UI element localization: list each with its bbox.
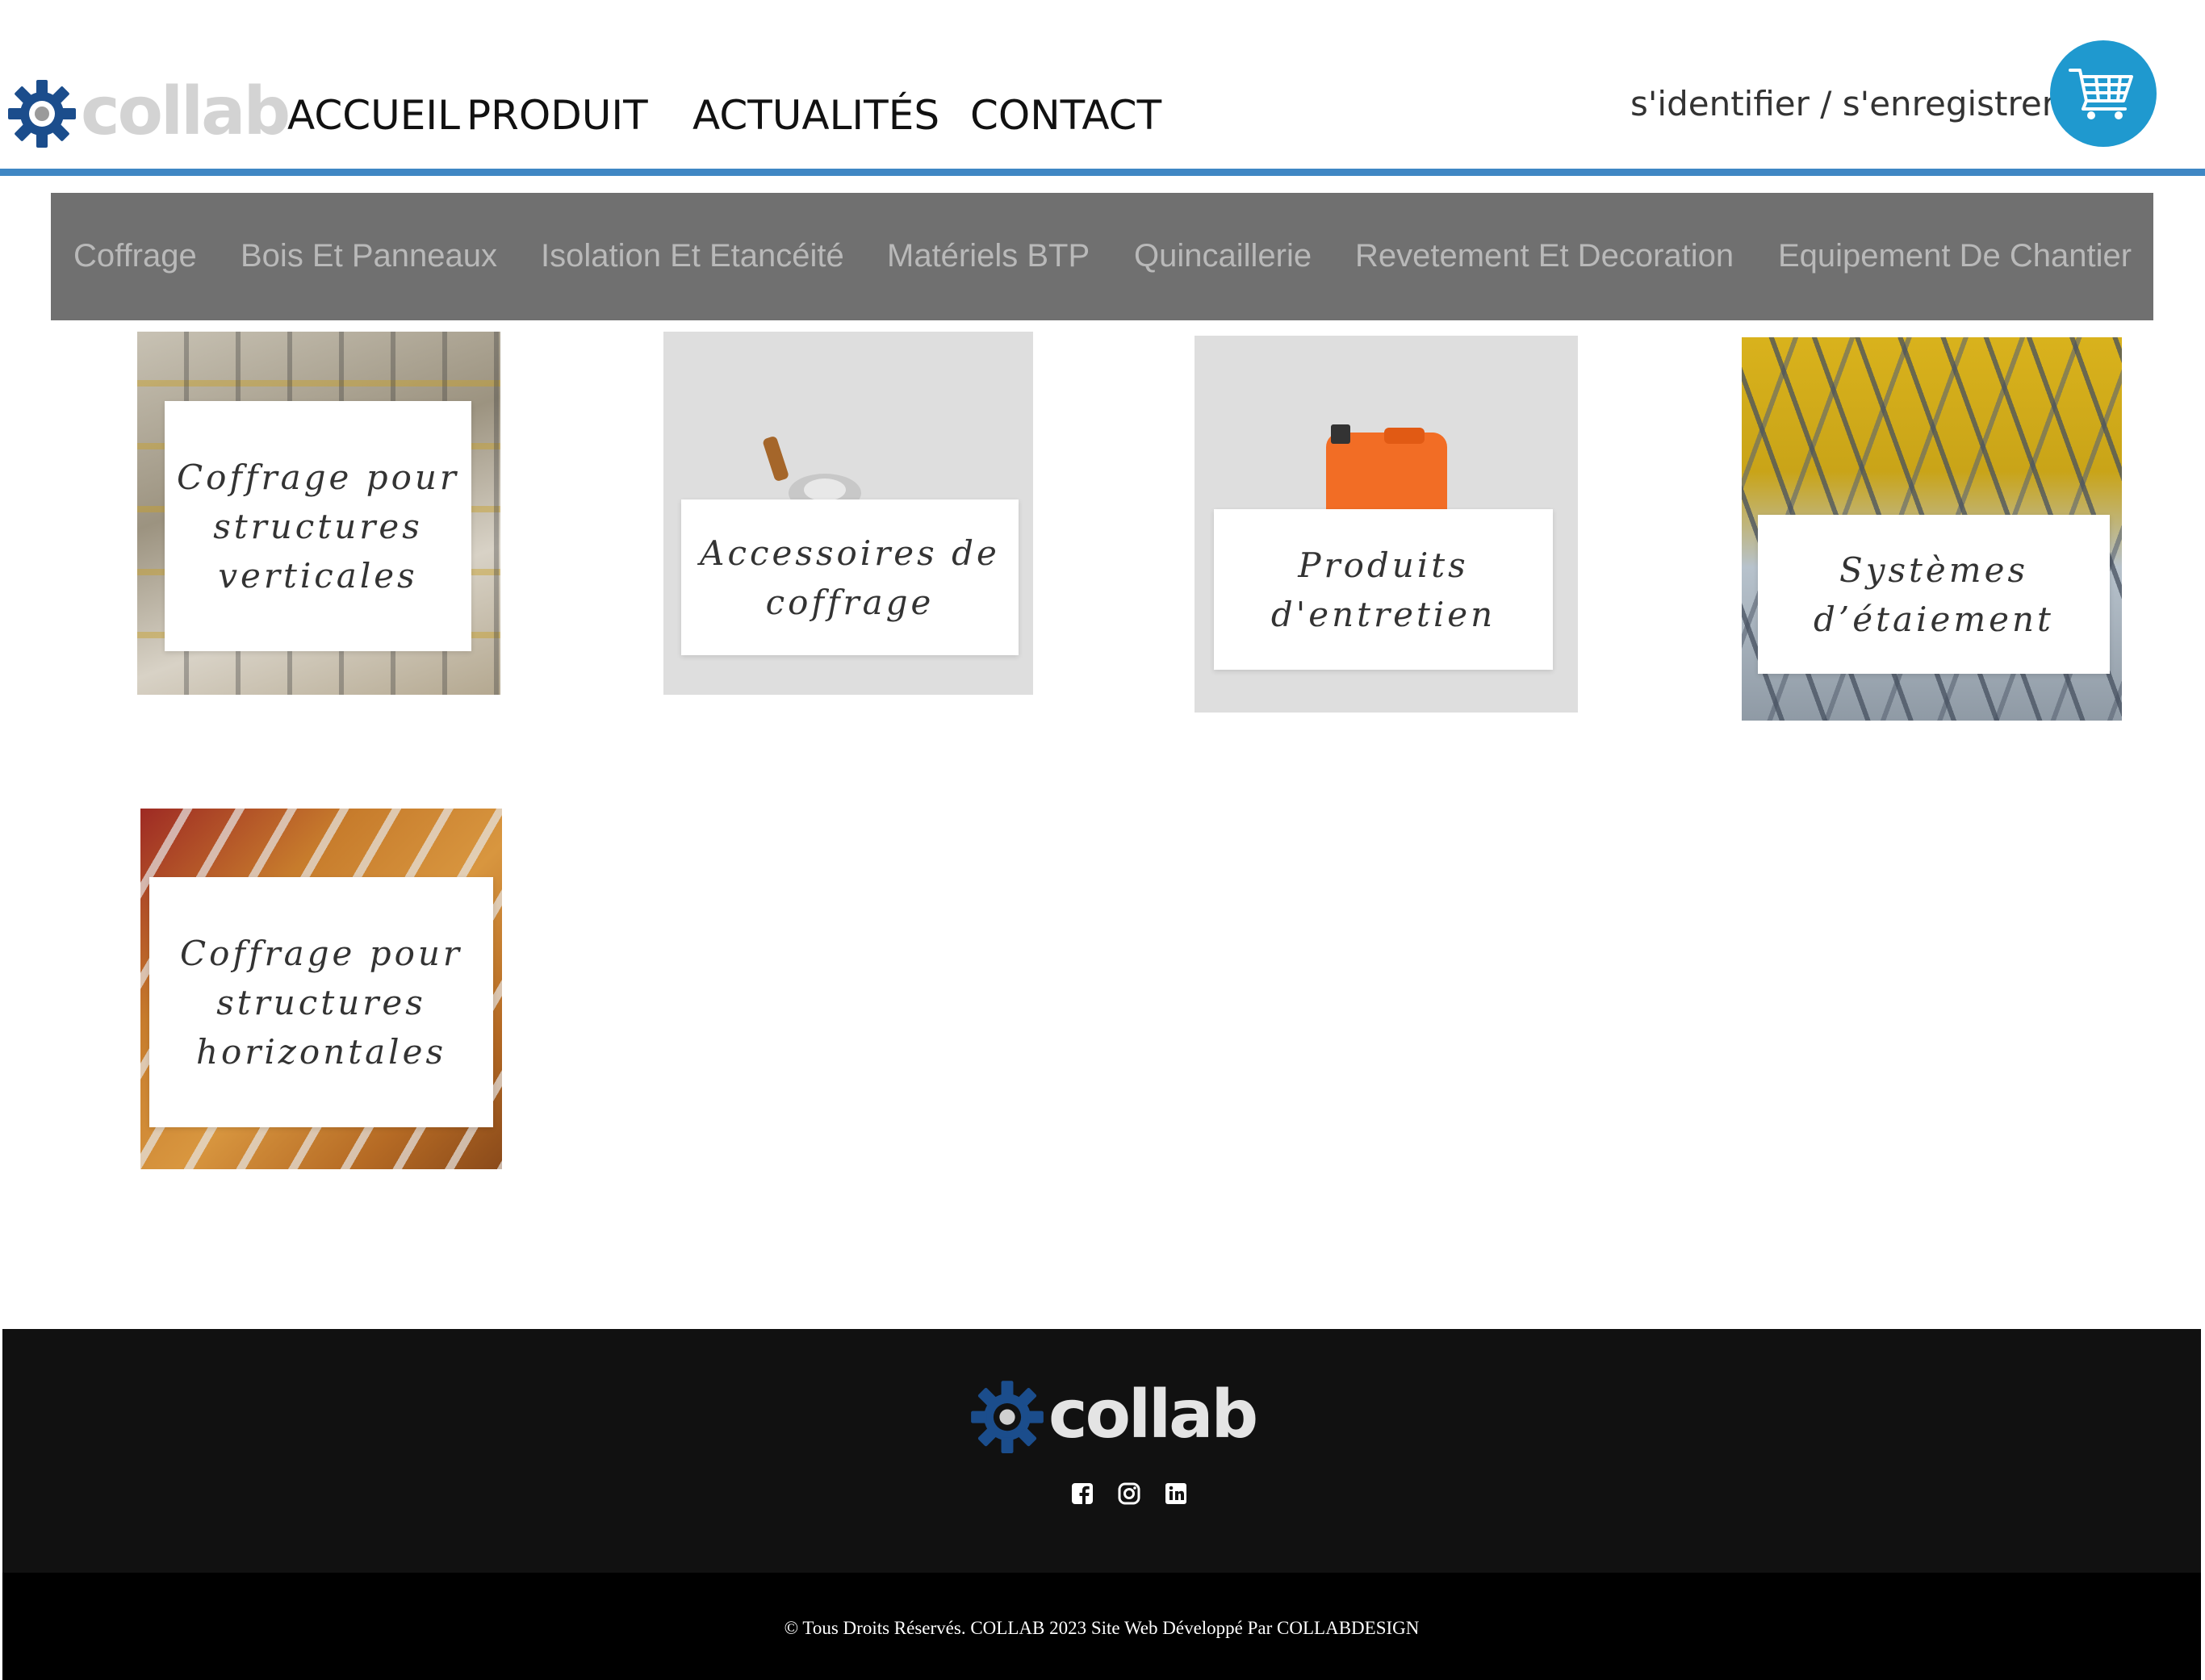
footer: collab [2, 1329, 2201, 1573]
footer-logo[interactable]: collab [971, 1377, 1258, 1453]
instagram-icon[interactable] [1118, 1482, 1140, 1505]
product-card-title: Coffrage pour structures horizontales [149, 877, 493, 1127]
footer-bottom-bar: © Tous Droits Réservés. COLLAB 2023 Site… [2, 1573, 2201, 1680]
product-card-coffrage-horizontales[interactable]: Coffrage pour structures horizontales [140, 809, 502, 1169]
coffrage-accessory-image [763, 437, 861, 509]
category-quincaillerie[interactable]: Quincaillerie [1134, 240, 1312, 272]
product-card-produits-entretien[interactable]: Produits d'entretien [1195, 336, 1578, 713]
facebook-icon[interactable] [1071, 1482, 1094, 1505]
gear-icon [8, 80, 76, 148]
copyright-text: © Tous Droits Réservés. COLLAB 2023 Site… [784, 1618, 1420, 1638]
header-divider [0, 169, 2205, 176]
logo[interactable]: collab [8, 73, 291, 150]
category-coffrage[interactable]: Coffrage [73, 240, 197, 272]
category-materiels-btp[interactable]: Matériels BTP [887, 240, 1090, 272]
product-card-title: Produits d'entretien [1214, 509, 1553, 670]
shopping-cart-icon [2069, 69, 2133, 119]
category-equipement-chantier[interactable]: Equipement De Chantier [1778, 240, 2132, 272]
nav-produit[interactable]: PRODUIT [467, 95, 648, 136]
product-card-accessoires-coffrage[interactable]: Accessoires de coffrage [663, 332, 1033, 695]
cart-button[interactable] [2050, 40, 2157, 147]
logo-wordmark: collab [81, 73, 291, 150]
product-card-title: Coffrage pour structures verticales [165, 401, 471, 651]
product-card-coffrage-verticales[interactable]: Coffrage pour structures verticales [137, 332, 500, 695]
login-register-link[interactable]: s'identifier / s'enregistrer [1630, 87, 2056, 121]
site-header: collab ACCUEIL PRODUIT ACTUALITÉS CONTAC… [0, 0, 2205, 178]
nav-accueil[interactable]: ACCUEIL [287, 95, 460, 136]
orange-canister-image [1326, 424, 1447, 521]
product-card-title: Systèmes d’étaiement [1758, 515, 2110, 674]
linkedin-icon[interactable] [1165, 1482, 1187, 1505]
product-card-systemes-etaiement[interactable]: Systèmes d’étaiement [1742, 337, 2122, 721]
category-revetement-decoration[interactable]: Revetement Et Decoration [1355, 240, 1734, 272]
gear-icon [971, 1381, 1044, 1453]
category-bois-panneaux[interactable]: Bois Et Panneaux [241, 240, 497, 272]
category-bar: Coffrage Bois Et Panneaux Isolation Et E… [51, 193, 2153, 320]
nav-actualites[interactable]: ACTUALITÉS [692, 95, 939, 136]
footer-logo-wordmark: collab [1048, 1377, 1258, 1453]
nav-contact[interactable]: CONTACT [970, 95, 1161, 136]
product-card-title: Accessoires de coffrage [681, 499, 1019, 655]
category-isolation-etanceite[interactable]: Isolation Et Etancéité [541, 240, 844, 272]
